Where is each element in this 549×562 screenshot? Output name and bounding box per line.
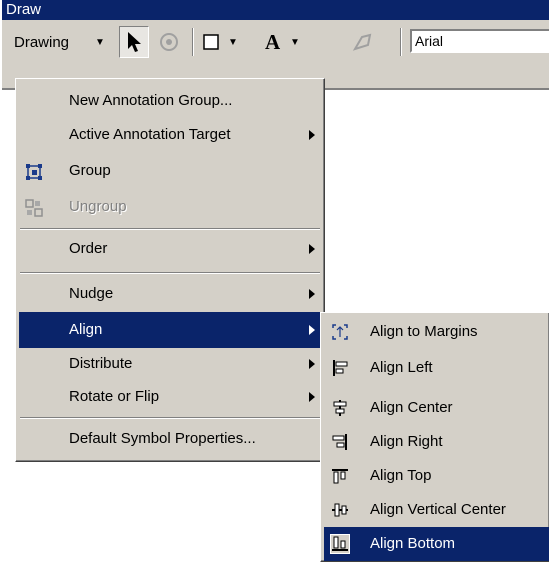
align-item-label: Align Top <box>370 467 432 484</box>
toolbar-separator <box>192 28 194 56</box>
edit-vertices-icon <box>352 33 372 51</box>
toolbar-title[interactable]: Draw <box>2 0 549 20</box>
menu-separator <box>20 228 320 230</box>
menu-item-nudge[interactable]: Nudge <box>19 276 321 312</box>
menu-item-align[interactable]: Align <box>19 312 321 348</box>
submenu-arrow-icon <box>309 130 315 140</box>
menu-item-group[interactable]: Group <box>19 153 321 189</box>
align-center-item[interactable]: Align Center <box>324 391 549 425</box>
menu-item-label: New Annotation Group... <box>69 92 233 109</box>
align-left-icon <box>333 360 348 376</box>
menu-item-label: Nudge <box>69 285 114 302</box>
group-icon <box>26 164 42 180</box>
submenu-arrow-icon <box>309 289 315 299</box>
menu-separator <box>20 272 320 274</box>
align-item-label: Align to Margins <box>370 323 478 340</box>
new-rectangle-button[interactable]: ▼ <box>200 22 240 62</box>
align-top-icon <box>332 469 348 484</box>
menu-item-rotate-or-flip[interactable]: Rotate or Flip <box>19 379 321 415</box>
menu-item-order[interactable]: Order <box>19 231 321 267</box>
menu-item-label: Group <box>69 162 111 179</box>
menu-item-ungroup[interactable]: Ungroup <box>19 189 321 225</box>
align-bottom-icon <box>330 534 350 554</box>
chevron-down-icon: ▼ <box>95 36 105 48</box>
font-name-field[interactable]: Arial <box>410 29 549 53</box>
rectangle-icon <box>203 34 219 50</box>
drawing-menu: New Annotation Group... Active Annotatio… <box>15 78 325 462</box>
align-vertical-center-item[interactable]: Align Vertical Center <box>324 493 549 527</box>
svg-text:A: A <box>265 31 281 53</box>
menu-item-distribute[interactable]: Distribute <box>19 346 321 382</box>
align-vertical-center-icon <box>332 503 348 517</box>
drawing-menu-button[interactable]: Drawing <box>10 22 92 62</box>
align-item-label: Align Right <box>370 433 443 450</box>
align-item-label: Align Vertical Center <box>370 501 506 518</box>
align-item-label: Align Center <box>370 399 453 416</box>
menu-item-label: Ungroup <box>69 198 127 215</box>
align-left-item[interactable]: Align Left <box>324 351 549 385</box>
toolbar-row: Drawing ▼ ▼ A ▼ Arial <box>2 22 549 62</box>
align-right-icon <box>332 434 347 450</box>
submenu-arrow-icon <box>309 325 315 335</box>
menu-item-label: Rotate or Flip <box>69 388 160 405</box>
menu-item-label: Default Symbol Properties... <box>69 430 256 447</box>
align-item-label: Align Left <box>370 359 433 376</box>
align-top-item[interactable]: Align Top <box>324 459 549 493</box>
menu-item-label: Active Annotation Target <box>69 126 231 143</box>
draw-toolbar: Draw Drawing ▼ ▼ A ▼ Arial <box>0 0 549 90</box>
submenu-arrow-icon <box>309 359 315 369</box>
text-icon: A <box>265 31 281 53</box>
menu-item-label: Distribute <box>69 355 133 372</box>
ungroup-icon <box>25 199 43 217</box>
drawing-dropdown-arrow[interactable]: ▼ <box>88 22 112 62</box>
toolbar-separator <box>400 28 402 56</box>
menu-item-new-annotation-group[interactable]: New Annotation Group... <box>19 83 321 119</box>
drawing-label: Drawing <box>14 33 70 51</box>
menu-item-active-annotation-target[interactable]: Active Annotation Target <box>19 117 321 153</box>
rotate-icon <box>160 33 178 51</box>
menu-item-label: Align <box>69 321 103 338</box>
select-elements-icon <box>128 32 141 52</box>
menu-item-default-symbol-properties[interactable]: Default Symbol Properties... <box>19 421 321 457</box>
submenu-arrow-icon <box>309 392 315 402</box>
rotate-button[interactable] <box>154 22 184 62</box>
align-bottom-item[interactable]: Align Bottom <box>324 527 549 561</box>
align-right-item[interactable]: Align Right <box>324 425 549 459</box>
align-submenu: Align to Margins Align Left Align Center… <box>320 312 549 562</box>
align-item-label: Align Bottom <box>370 535 456 552</box>
align-center-icon <box>333 400 347 416</box>
select-elements-button[interactable] <box>119 26 149 58</box>
align-to-margins-icon <box>332 324 348 340</box>
new-text-button[interactable]: A ▼ <box>260 22 304 62</box>
chevron-down-icon[interactable]: ▼ <box>290 37 300 48</box>
edit-vertices-button[interactable] <box>348 22 378 62</box>
submenu-arrow-icon <box>309 244 315 254</box>
chevron-down-icon[interactable]: ▼ <box>228 37 238 48</box>
menu-item-label: Order <box>69 240 108 257</box>
menu-separator <box>20 417 320 419</box>
align-to-margins-item[interactable]: Align to Margins <box>324 315 549 349</box>
